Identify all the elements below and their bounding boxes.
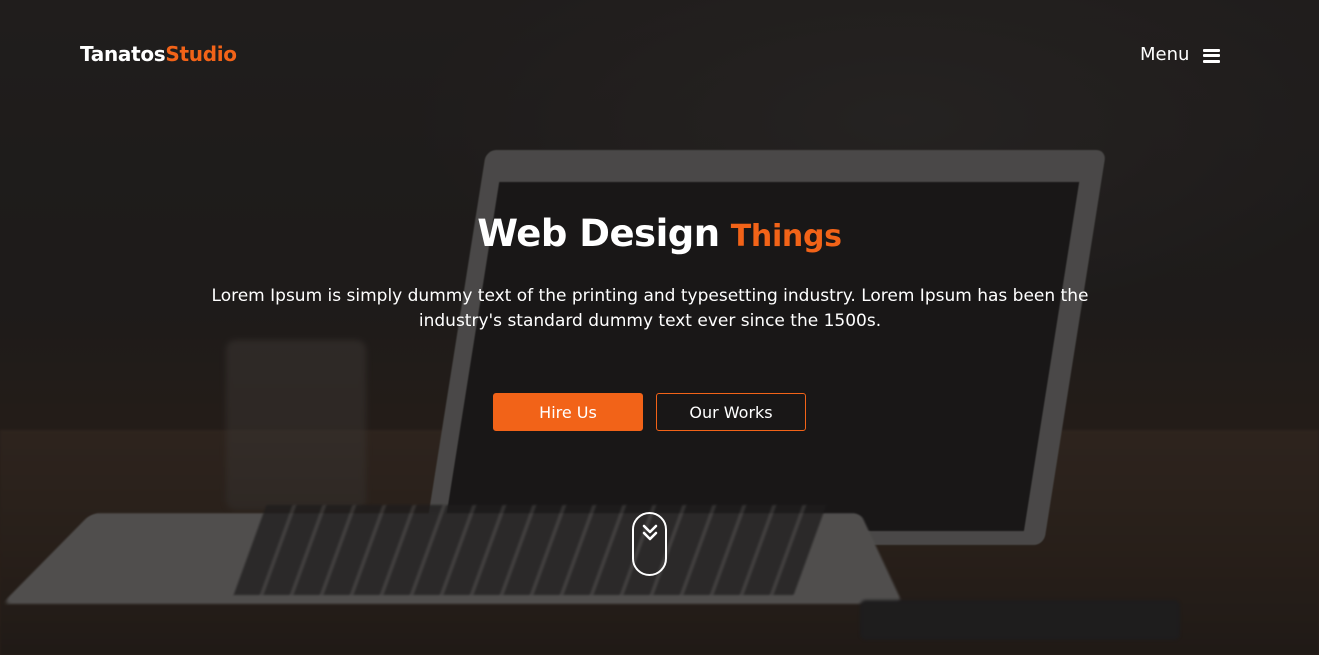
logo-primary-text: Tanatos (80, 42, 166, 66)
menu-label: Menu (1140, 44, 1190, 65)
hero-title-primary: Web Design (477, 212, 720, 255)
site-logo[interactable]: TanatosStudio (80, 42, 237, 66)
menu-button[interactable]: Menu (1140, 44, 1221, 65)
chevron-double-down-icon (642, 524, 658, 541)
hero-lead-text: Lorem Ipsum is simply dummy text of the … (211, 286, 1089, 331)
hero-title: Web Design Things (0, 212, 1319, 255)
logo-accent-text: Studio (165, 42, 237, 66)
site-header: TanatosStudio Menu (0, 0, 1319, 110)
scroll-down-button[interactable] (632, 512, 667, 576)
our-works-button[interactable]: Our Works (656, 393, 806, 431)
hamburger-icon (1203, 48, 1221, 63)
hire-us-button[interactable]: Hire Us (493, 393, 643, 431)
hero-title-accent: Things (730, 219, 842, 254)
